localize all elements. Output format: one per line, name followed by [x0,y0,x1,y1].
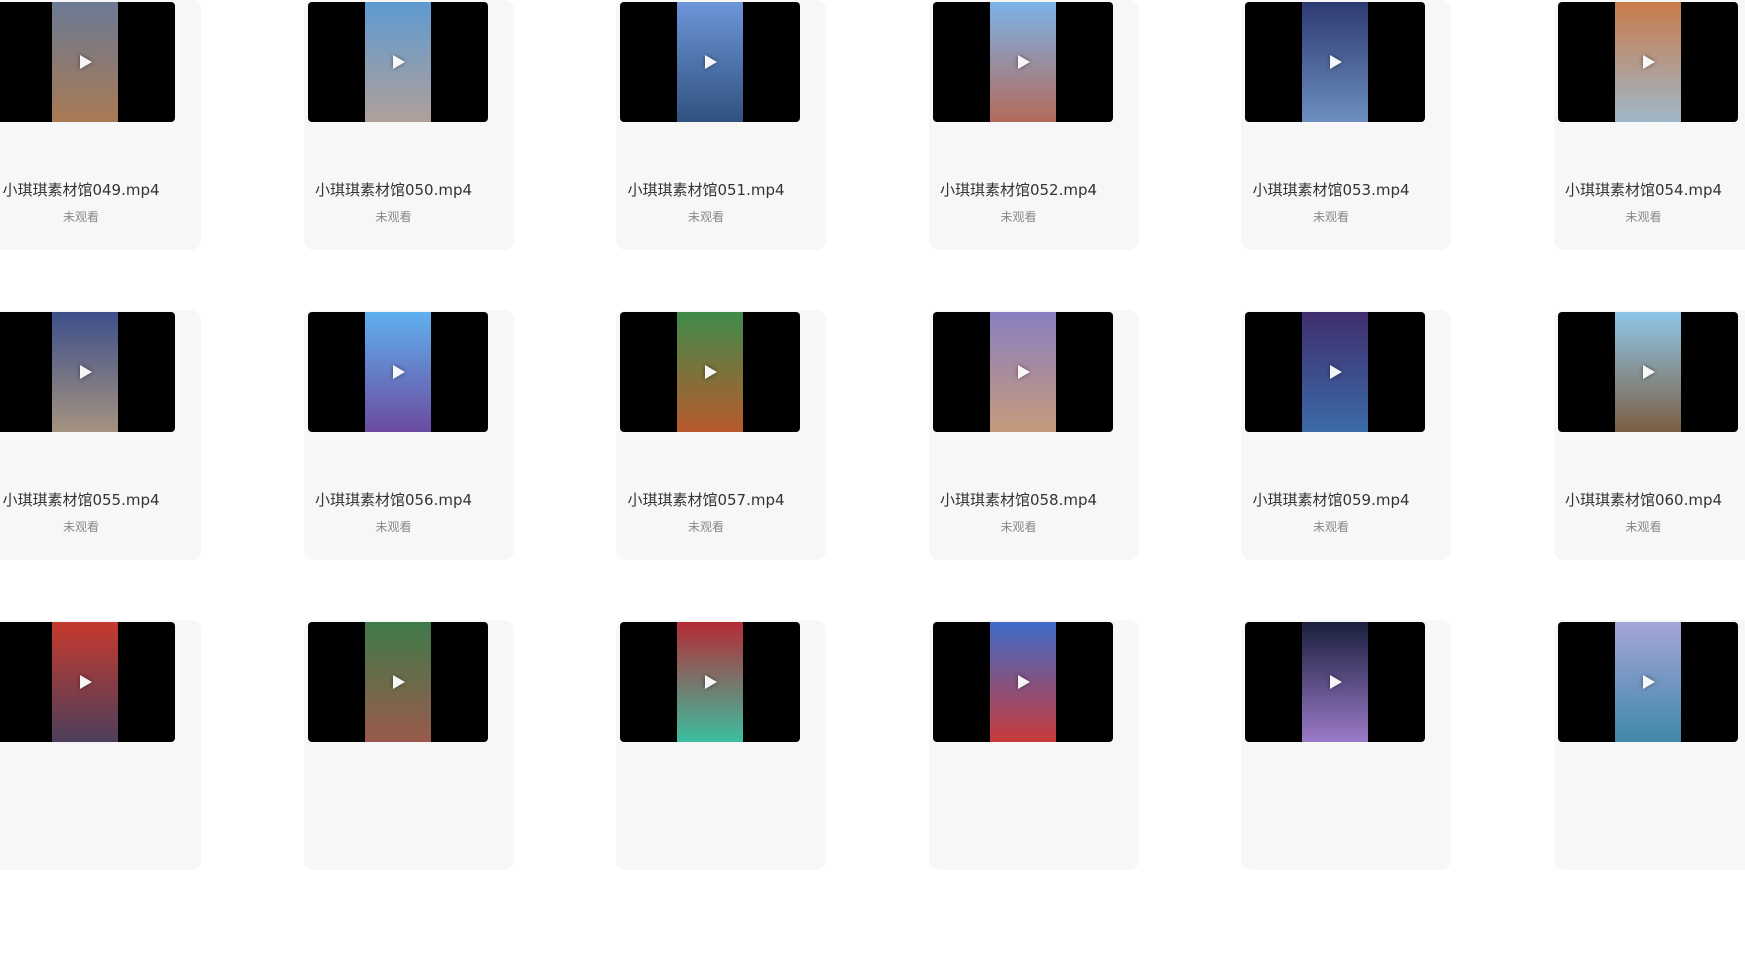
video-item[interactable]: 小琪琪素材馆050.mp4 未观看 [304,100,534,340]
play-icon[interactable] [1643,55,1655,69]
video-filename: 小琪琪素材馆059.mp4 [1241,489,1421,510]
watch-status: 未观看 [304,208,484,225]
play-icon[interactable] [1330,55,1342,69]
video-filename: 小琪琪素材馆049.mp4 [0,179,171,200]
video-item[interactable] [0,720,221,960]
video-item[interactable]: 小琪琪素材馆052.mp4 未观看 [929,100,1159,340]
watch-status: 未观看 [929,208,1109,225]
play-icon[interactable] [80,675,92,689]
video-item[interactable]: 小琪琪素材馆051.mp4 未观看 [616,100,846,340]
video-thumbnail[interactable] [1558,312,1738,432]
video-filename: 小琪琪素材馆051.mp4 [616,179,796,200]
video-thumbnail[interactable] [620,312,800,432]
video-thumbnail[interactable] [308,622,488,742]
video-item[interactable] [1554,720,1745,960]
video-thumbnail[interactable] [620,2,800,122]
watch-status: 未观看 [304,518,484,535]
watch-status: 未观看 [929,518,1109,535]
watch-status: 未观看 [0,518,171,535]
watch-status: 未观看 [1241,518,1421,535]
watch-status: 未观看 [1554,208,1734,225]
video-item[interactable]: 小琪琪素材馆054.mp4 未观看 [1554,100,1745,340]
play-icon[interactable] [1018,365,1030,379]
video-item[interactable] [1241,720,1471,960]
video-item[interactable]: 小琪琪素材馆057.mp4 未观看 [616,410,846,650]
watch-status: 未观看 [1554,518,1734,535]
video-filename: 小琪琪素材馆055.mp4 [0,489,171,510]
video-item[interactable] [616,720,846,960]
watch-status: 未观看 [1241,208,1421,225]
play-icon[interactable] [705,365,717,379]
video-thumbnail[interactable] [308,2,488,122]
play-icon[interactable] [393,365,405,379]
play-icon[interactable] [1330,675,1342,689]
video-item[interactable] [929,720,1159,960]
play-icon[interactable] [705,675,717,689]
video-item[interactable]: 小琪琪素材馆053.mp4 未观看 [1241,100,1471,340]
video-filename: 小琪琪素材馆053.mp4 [1241,179,1421,200]
play-icon[interactable] [393,675,405,689]
watch-status: 未观看 [616,518,796,535]
video-item[interactable] [304,720,534,960]
watch-status: 未观看 [616,208,796,225]
video-grid: 小琪琪素材馆049.mp4未观看小琪琪素材馆050.mp4未观看小琪琪素材馆05… [0,0,1745,740]
video-thumbnail[interactable] [620,622,800,742]
video-filename: 小琪琪素材馆054.mp4 [1554,179,1734,200]
video-thumbnail[interactable] [933,2,1113,122]
play-icon[interactable] [80,365,92,379]
play-icon[interactable] [1018,675,1030,689]
video-item[interactable]: 小琪琪素材馆059.mp4 未观看 [1241,410,1471,650]
play-icon[interactable] [1643,365,1655,379]
video-item[interactable]: 小琪琪素材馆060.mp4 未观看 [1554,410,1745,650]
video-filename: 小琪琪素材馆050.mp4 [304,179,484,200]
video-filename: 小琪琪素材馆056.mp4 [304,489,484,510]
video-thumbnail[interactable] [308,312,488,432]
video-thumbnail[interactable] [1245,2,1425,122]
video-filename: 小琪琪素材馆058.mp4 [929,489,1109,510]
play-icon[interactable] [80,55,92,69]
video-filename: 小琪琪素材馆052.mp4 [929,179,1109,200]
video-filename: 小琪琪素材馆060.mp4 [1554,489,1734,510]
video-thumbnail[interactable] [933,312,1113,432]
video-item[interactable]: 小琪琪素材馆056.mp4 未观看 [304,410,534,650]
play-icon[interactable] [705,55,717,69]
video-thumbnail[interactable] [1558,2,1738,122]
video-item[interactable]: 小琪琪素材馆055.mp4 未观看 [0,410,221,650]
video-thumbnail[interactable] [1245,622,1425,742]
video-item[interactable]: 小琪琪素材馆058.mp4 未观看 [929,410,1159,650]
video-thumbnail[interactable] [0,622,175,742]
video-thumbnail[interactable] [933,622,1113,742]
video-thumbnail[interactable] [1558,622,1738,742]
play-icon[interactable] [1018,55,1030,69]
video-thumbnail[interactable] [0,312,175,432]
watch-status: 未观看 [0,208,171,225]
play-icon[interactable] [1330,365,1342,379]
play-icon[interactable] [1643,675,1655,689]
video-filename: 小琪琪素材馆057.mp4 [616,489,796,510]
video-thumbnail[interactable] [0,2,175,122]
video-thumbnail[interactable] [1245,312,1425,432]
play-icon[interactable] [393,55,405,69]
video-item[interactable]: 小琪琪素材馆049.mp4 未观看 [0,100,221,340]
